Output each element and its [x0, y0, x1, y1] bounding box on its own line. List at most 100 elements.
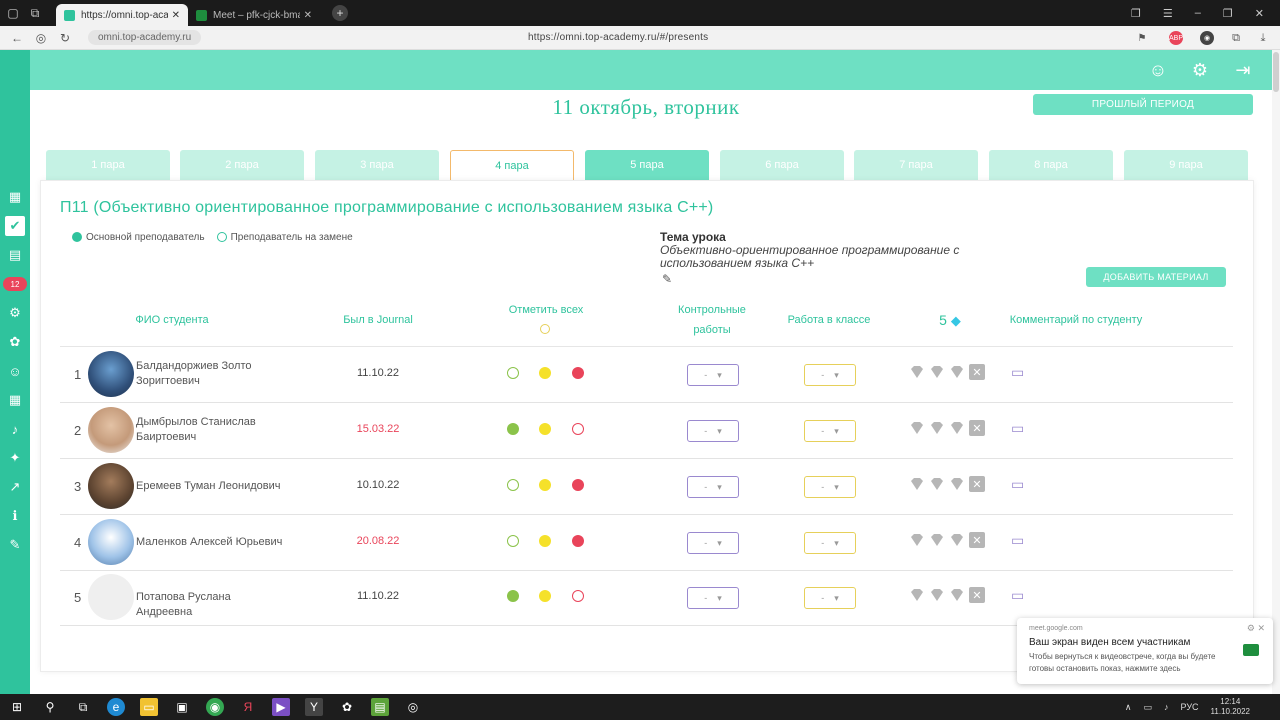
present-radio[interactable] — [507, 367, 519, 379]
late-radio[interactable] — [539, 423, 551, 435]
tab-pair-8[interactable]: 8 пара — [989, 150, 1113, 180]
browser-tab-omni[interactable]: https://omni.top-acade ✕ — [56, 4, 188, 26]
classwork-select[interactable]: - ▾ — [804, 587, 856, 609]
scrollbar-thumb[interactable] — [1273, 52, 1279, 92]
clear-gems-icon[interactable]: ✕ — [969, 364, 985, 380]
gear-icon[interactable]: ⚙ — [1190, 60, 1210, 80]
explorer-icon[interactable]: ▭ — [140, 698, 158, 716]
sidebar-schedule-icon[interactable]: ▦ — [5, 187, 25, 207]
absent-radio[interactable] — [572, 479, 584, 491]
url-field[interactable]: https://omni.top-academy.ru/#/presents — [528, 32, 708, 43]
late-radio[interactable] — [539, 479, 551, 491]
bookmark-flag-icon[interactable]: ⚑ — [1135, 31, 1149, 45]
reload-icon[interactable]: ↻ — [58, 31, 72, 45]
diamond-icon[interactable] — [928, 586, 946, 604]
tray-arrow-icon[interactable]: ∧ — [1125, 702, 1132, 713]
absent-radio[interactable] — [572, 367, 584, 379]
edge-icon[interactable]: e — [107, 698, 125, 716]
diamond-icon[interactable] — [928, 475, 946, 493]
tab-pair-2[interactable]: 2 пара — [180, 150, 304, 180]
keyboard-language[interactable]: РУС — [1181, 702, 1199, 712]
clear-gems-icon[interactable]: ✕ — [969, 420, 985, 436]
network-icon[interactable]: ▭ — [1144, 702, 1153, 713]
clear-gems-icon[interactable]: ✕ — [969, 476, 985, 492]
sidebar-toggle-icon[interactable]: ⧉ — [26, 4, 44, 22]
close-tab-icon[interactable]: ✕ — [172, 10, 180, 21]
diamond-icon[interactable] — [908, 419, 926, 437]
sidebar-stats-icon[interactable]: ↗ — [5, 477, 25, 497]
comment-icon[interactable]: ▭ — [1011, 476, 1024, 493]
sidebar-grid-icon[interactable]: ▦ — [5, 390, 25, 410]
screen-share-notification[interactable]: meet.google.com Ваш экран виден всем уча… — [1017, 618, 1273, 684]
clear-gems-icon[interactable]: ✕ — [969, 532, 985, 548]
diamond-icon[interactable] — [928, 531, 946, 549]
tab-pair-9[interactable]: 9 пара — [1124, 150, 1248, 180]
absent-radio[interactable] — [572, 423, 584, 435]
sidebar-profile-icon[interactable]: ✦ — [5, 448, 25, 468]
yandex-icon[interactable]: ◎ — [34, 31, 48, 45]
diamond-icon[interactable] — [948, 586, 966, 604]
volume-icon[interactable]: ♪ — [1164, 702, 1169, 712]
add-material-button[interactable]: ДОБАВИТЬ МАТЕРИАЛ — [1086, 267, 1226, 287]
obs-icon[interactable]: ◎ — [404, 698, 422, 716]
visual-studio-icon[interactable]: ▶ — [272, 698, 290, 716]
app-icon[interactable]: ✿ — [338, 698, 356, 716]
windows-start-icon[interactable]: ⊞ — [8, 698, 26, 716]
tab-pair-1[interactable]: 1 пара — [46, 150, 170, 180]
diamond-icon[interactable] — [908, 586, 926, 604]
late-radio[interactable] — [539, 535, 551, 547]
extension-icon[interactable]: ◉ — [1200, 31, 1214, 45]
sidebar-groups-icon[interactable]: ✿ — [5, 332, 25, 352]
sidebar-info-icon[interactable]: ℹ — [5, 506, 25, 526]
tab-pair-7[interactable]: 7 пара — [854, 150, 978, 180]
diamond-icon[interactable] — [948, 475, 966, 493]
comment-icon[interactable]: ▭ — [1011, 587, 1024, 604]
logout-icon[interactable]: ⇥ — [1233, 60, 1253, 80]
tab-pair-3[interactable]: 3 пара — [315, 150, 439, 180]
absent-radio[interactable] — [572, 590, 584, 602]
close-notification-icon[interactable]: ⚙ ✕ — [1247, 623, 1265, 634]
smile-icon[interactable]: ☺ — [1148, 60, 1168, 80]
store-icon[interactable]: ▣ — [173, 698, 191, 716]
diamond-icon[interactable] — [948, 419, 966, 437]
previous-period-button[interactable]: ПРОШЛЫЙ ПЕРИОД — [1033, 94, 1253, 115]
classwork-select[interactable]: - ▾ — [804, 476, 856, 498]
page-scrollbar[interactable] — [1272, 50, 1280, 694]
late-radio[interactable] — [539, 590, 551, 602]
diamond-icon[interactable] — [948, 363, 966, 381]
chrome-icon[interactable]: ◉ — [206, 698, 224, 716]
browser-tab-meet[interactable]: Meet – pfk-cjck-bma ✕ — [188, 4, 320, 26]
close-window-icon[interactable]: ✕ — [1255, 7, 1264, 20]
tab-pair-4[interactable]: 4 пара — [450, 150, 574, 180]
sidebar-bell-icon[interactable]: ♪ — [5, 419, 25, 439]
notepad-icon[interactable]: ▤ — [371, 698, 389, 716]
control-work-select[interactable]: - ▾ — [687, 532, 739, 554]
clear-gems-icon[interactable]: ✕ — [969, 587, 985, 603]
present-radio[interactable] — [507, 479, 519, 491]
close-tab-icon[interactable]: ✕ — [304, 10, 312, 21]
classwork-select[interactable]: - ▾ — [804, 364, 856, 386]
late-radio[interactable] — [539, 367, 551, 379]
clock[interactable]: 12:14 11.10.2022 — [1211, 697, 1250, 717]
control-work-select[interactable]: - ▾ — [687, 476, 739, 498]
sidebar-pen-icon[interactable]: ✎ — [5, 535, 25, 555]
classwork-select[interactable]: - ▾ — [804, 532, 856, 554]
comment-icon[interactable]: ▭ — [1011, 532, 1024, 549]
tab-pair-5[interactable]: 5 пара — [585, 150, 709, 180]
diamond-icon[interactable] — [928, 419, 946, 437]
new-tab-button[interactable]: + — [332, 5, 348, 21]
diamond-icon[interactable] — [928, 363, 946, 381]
bookmark-icon[interactable]: ❐ — [1131, 7, 1141, 20]
yandex-browser-icon[interactable]: Y — [305, 698, 323, 716]
tab-pair-6[interactable]: 6 пара — [720, 150, 844, 180]
present-radio[interactable] — [507, 590, 519, 602]
search-icon[interactable]: ⚲ — [41, 698, 59, 716]
edit-topic-pencil-icon[interactable]: ✎ — [662, 272, 672, 286]
sidebar-journal-icon[interactable]: ▤ — [5, 245, 25, 265]
sidebar-students-icon[interactable]: ☺ — [5, 361, 25, 381]
diamond-icon[interactable] — [908, 531, 926, 549]
sidebar-notification-badge[interactable]: 12 — [3, 277, 27, 291]
maximize-icon[interactable]: ❐ — [1223, 7, 1233, 20]
tab-list-icon[interactable]: ▢ — [4, 4, 22, 22]
sidebar-attendance-icon[interactable]: ✔ — [5, 216, 25, 236]
